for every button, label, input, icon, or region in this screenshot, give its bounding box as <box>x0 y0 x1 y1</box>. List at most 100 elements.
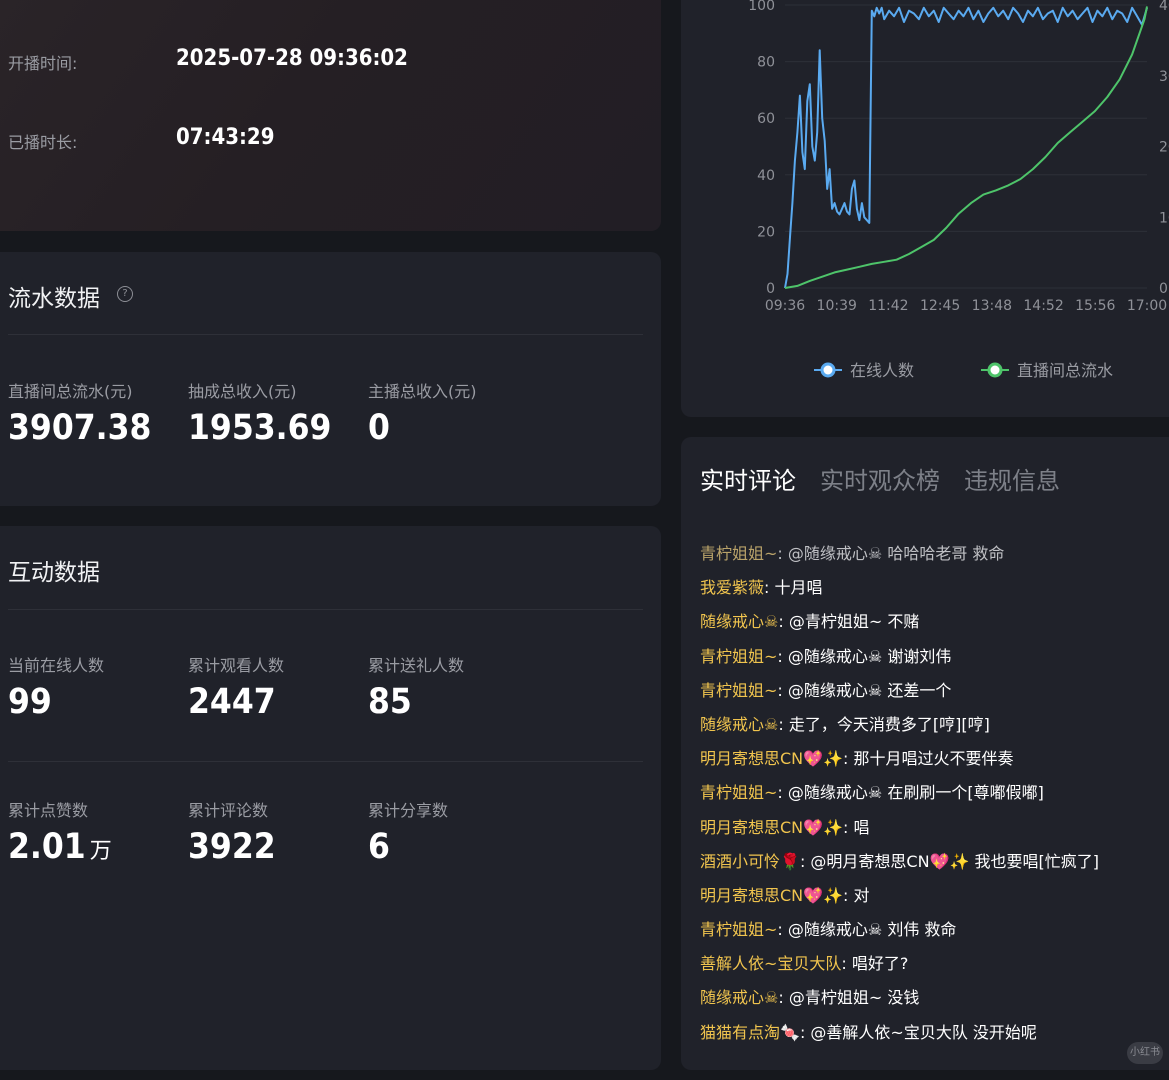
stat-label: 累计观看人数 <box>188 656 285 675</box>
comment-item: 青柠姐姐~: @随缘戒心☠ 哈哈哈老哥 救命 <box>700 537 1169 571</box>
stat-value: 3907.38 <box>8 408 152 448</box>
comment-item: 酒酒小可怜🌹: @明月寄想思CN💖✨ 我也要唱[忙疯了] <box>700 845 1169 879</box>
comment-user[interactable]: 我爱紫薇 <box>700 578 764 597</box>
comment-user[interactable]: 随缘戒心☠ <box>700 715 778 734</box>
y-left-tick-label: 40 <box>757 168 775 184</box>
trend-chart: 0 20 40 60 80 100 0 10 20 30 40 09:36 10:39 11:42 12:4… <box>748 0 1169 380</box>
comment-item: 青柠姐姐~: @随缘戒心☠ 刘伟 救命 <box>700 913 1169 947</box>
legend-label: 直播间总流水 <box>1017 361 1113 380</box>
series-line-revenue <box>784 6 1148 289</box>
comments-panel: 实时评论 实时观众榜 违规信息 青柠姐姐~: @随缘戒心☠ 哈哈哈老哥 救命 我爱… <box>681 437 1169 1070</box>
stat-total-flow: 直播间总流水(元) 3907.38 <box>8 378 188 448</box>
comment-item: 随缘戒心☠: @青柠姐姐~ 没钱 <box>700 981 1169 1015</box>
interaction-data-panel: 互动数据 当前在线人数 99 累计观看人数 2447 累计送礼人数 85 累计点… <box>0 526 661 1070</box>
stat-value: 2447 <box>188 682 276 722</box>
duration-value: 07:43:29 <box>176 125 275 150</box>
comment-item: 猫猫有点淘🍬: @善解人依~宝贝大队 没开始呢 <box>700 1016 1169 1050</box>
y-left-tick-label: 0 <box>766 281 775 297</box>
comment-user[interactable]: 猫猫有点淘🍬 <box>700 1023 800 1042</box>
tab-violation-info[interactable]: 违规信息 <box>964 461 1060 497</box>
stat-label: 累计评论数 <box>188 801 269 820</box>
stat-number: 2.01 <box>8 827 86 867</box>
y-right-tick-label: 10 <box>1159 210 1169 226</box>
comment-user[interactable]: 青柠姐姐~ <box>700 681 777 700</box>
stat-likes: 累计点赞数 2.01 万 <box>8 797 188 867</box>
comment-user[interactable]: 明月寄想思CN💖✨ <box>700 818 843 837</box>
watermark: 小红书 <box>1127 1042 1163 1064</box>
duration-label: 已播时长: <box>8 133 78 152</box>
x-tick-label: 10:39 <box>817 298 857 314</box>
comment-user[interactable]: 青柠姐姐~ <box>700 783 777 802</box>
legend-label: 在线人数 <box>850 361 914 380</box>
stat-label: 累计分享数 <box>368 801 449 820</box>
x-tick-label: 11:42 <box>868 298 908 314</box>
y-right-tick-label: 30 <box>1159 69 1169 85</box>
comment-user[interactable]: 青柠姐姐~ <box>700 920 777 939</box>
interaction-title: 互动数据 <box>8 560 100 586</box>
y-left-tick-label: 60 <box>757 111 775 127</box>
comment-user[interactable]: 酒酒小可怜🌹 <box>700 852 800 871</box>
stat-label: 累计点赞数 <box>8 801 89 820</box>
comment-item: 明月寄想思CN💖✨: 对 <box>700 879 1169 913</box>
comment-text: : 那十月唱过火不要伴奏 <box>843 749 1014 769</box>
stat-value: 3922 <box>188 827 276 867</box>
comment-text: : @随缘戒心☠ 刘伟 救命 <box>777 920 957 940</box>
stat-gift-senders: 累计送礼人数 85 <box>368 652 548 722</box>
stat-label: 累计送礼人数 <box>368 656 465 675</box>
comment-item: 青柠姐姐~: @随缘戒心☠ 谢谢刘伟 <box>700 640 1169 674</box>
comment-user[interactable]: 随缘戒心☠ <box>700 988 778 1007</box>
comment-text: : @明月寄想思CN💖✨ 我也要唱[忙疯了] <box>799 851 1099 871</box>
start-time-label: 开播时间: <box>8 54 78 73</box>
comment-text: : @随缘戒心☠ 还差一个 <box>777 680 952 700</box>
y-right-tick-label: 20 <box>1159 140 1169 156</box>
comment-text: : @随缘戒心☠ 哈哈哈老哥 救命 <box>777 544 1005 563</box>
stat-label: 主播总收入(元) <box>368 382 477 401</box>
stat-shares: 累计分享数 6 <box>368 797 548 867</box>
start-time-value: 2025-07-28 09:36:02 <box>176 46 408 71</box>
comment-user[interactable]: 青柠姐姐~ <box>700 544 777 563</box>
stat-unit: 万 <box>89 839 112 864</box>
comment-item: 我爱紫薇: 十月唱 <box>700 571 1169 605</box>
trend-chart-panel: 0 20 40 60 80 100 0 10 20 30 40 09:36 10:39 11:42 12:4… <box>681 0 1169 417</box>
comment-item: 明月寄想思CN💖✨: 唱 <box>700 811 1169 845</box>
divider <box>8 761 643 762</box>
stat-value: 85 <box>368 682 412 722</box>
comment-item: 善解人依~宝贝大队: 唱好了? <box>700 947 1169 981</box>
stat-value: 0 <box>368 408 390 448</box>
comment-item: 随缘戒心☠: 走了，今天消费多了[哼][哼] <box>700 708 1169 742</box>
comment-text: : 走了，今天消费多了[哼][哼] <box>778 714 990 734</box>
stat-comments: 累计评论数 3922 <box>188 797 368 867</box>
legend-swatch-dot <box>987 362 1003 378</box>
tab-realtime-comments[interactable]: 实时评论 <box>700 461 796 497</box>
stat-value: 1953.69 <box>188 408 332 448</box>
question-circle-icon[interactable]: ? <box>117 286 133 302</box>
stat-host-income: 主播总收入(元) 0 <box>368 378 548 448</box>
stat-value: 2.01 万 <box>8 827 188 867</box>
comment-user[interactable]: 明月寄想思CN💖✨ <box>700 749 843 768</box>
comment-user[interactable]: 明月寄想思CN💖✨ <box>700 886 843 905</box>
stat-total-viewers: 累计观看人数 2447 <box>188 652 368 722</box>
x-tick-label: 17:00 <box>1127 298 1167 314</box>
stat-label: 直播间总流水(元) <box>8 382 133 401</box>
comment-user[interactable]: 随缘戒心☠ <box>700 612 778 631</box>
tab-audience-rank[interactable]: 实时观众榜 <box>820 461 940 497</box>
divider <box>8 609 643 610</box>
y-left-tick-label: 100 <box>748 0 775 14</box>
y-right-tick-label: 0 <box>1159 281 1168 297</box>
x-tick-label: 15:56 <box>1075 298 1115 314</box>
comment-text: : 唱好了? <box>841 954 909 974</box>
series-line-online <box>784 6 1148 289</box>
comment-text: : @青柠姐姐~ 不赌 <box>778 612 920 632</box>
x-tick-label: 09:36 <box>765 298 805 314</box>
comment-user[interactable]: 善解人依~宝贝大队 <box>700 954 841 973</box>
x-tick-label: 13:48 <box>972 298 1012 314</box>
comment-user[interactable]: 青柠姐姐~ <box>700 647 777 666</box>
comment-text: : 对 <box>843 885 870 905</box>
comment-text: : 唱 <box>843 817 870 837</box>
comment-text: : @青柠姐姐~ 没钱 <box>778 988 920 1008</box>
x-tick-label: 12:45 <box>920 298 960 314</box>
stat-label: 当前在线人数 <box>8 656 105 675</box>
comment-text: : @善解人依~宝贝大队 没开始呢 <box>799 1022 1037 1042</box>
y-left-tick-label: 20 <box>757 224 775 240</box>
stat-commission-income: 抽成总收入(元) 1953.69 <box>188 378 368 448</box>
